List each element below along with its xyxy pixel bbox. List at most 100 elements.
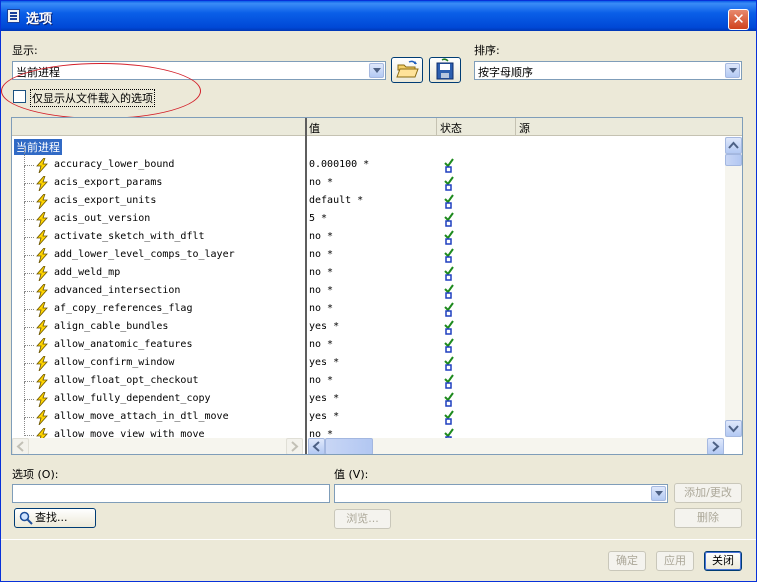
chevron-up-icon xyxy=(728,141,739,149)
chevron-down-icon[interactable] xyxy=(369,63,384,78)
tree-connector xyxy=(24,220,25,238)
scroll-left-button[interactable] xyxy=(308,438,325,454)
option-value: yes * xyxy=(309,411,340,422)
close-button[interactable]: 关闭 xyxy=(704,551,742,571)
tree-connector xyxy=(24,381,34,382)
title-bar[interactable]: 选项 ✕ xyxy=(1,1,756,31)
find-button-label: 查找... xyxy=(35,511,68,524)
chevron-down-icon[interactable] xyxy=(651,486,666,501)
option-input[interactable] xyxy=(12,484,330,503)
option-value: no * xyxy=(309,339,334,350)
apply-button[interactable]: 应用 xyxy=(656,551,694,571)
status-check-icon xyxy=(444,212,454,227)
lightning-bolt-icon xyxy=(36,230,48,245)
save-disk-icon xyxy=(436,58,454,80)
chevron-down-icon[interactable] xyxy=(725,63,740,78)
chevron-right-icon xyxy=(291,441,299,452)
header-value[interactable]: 值 xyxy=(309,120,320,136)
tree-connector xyxy=(24,418,25,436)
table-row[interactable]: activate_sketch_with_dflt no * xyxy=(12,220,742,247)
table-row[interactable]: af_copy_references_flag no * xyxy=(12,292,742,319)
options-tree-table: 值 状态 源 当前进程 accuracy_lower_bound 0.000100… xyxy=(11,117,743,455)
lightning-bolt-icon xyxy=(36,248,48,263)
tree-connector xyxy=(24,328,25,346)
scroll-down-button[interactable] xyxy=(725,420,742,437)
vertical-scroll-thumb[interactable] xyxy=(725,154,742,166)
sort-selected-value: 按字母顺序 xyxy=(478,66,533,79)
tree-connector xyxy=(24,202,25,220)
column-splitter[interactable] xyxy=(305,118,307,454)
bottom-divider xyxy=(1,539,756,540)
scroll-left-button[interactable] xyxy=(12,438,29,454)
table-row[interactable]: advanced_intersection no * xyxy=(12,274,742,301)
table-row[interactable]: allow_fully_dependent_copy yes * xyxy=(12,382,742,409)
scroll-up-button[interactable] xyxy=(725,137,742,154)
horizontal-scroll-thumb[interactable] xyxy=(325,438,373,454)
status-check-icon xyxy=(444,284,454,299)
table-row[interactable]: acis_export_params no * xyxy=(12,166,742,193)
ok-button[interactable]: 确定 xyxy=(608,551,646,571)
tree-connector xyxy=(24,435,34,436)
tree-connector xyxy=(24,364,25,382)
add-change-button[interactable]: 添加/更改 xyxy=(674,483,742,503)
lightning-bolt-icon xyxy=(36,356,48,371)
table-row[interactable]: acis_export_units default * xyxy=(12,184,742,211)
tree-connector xyxy=(24,417,34,418)
chevron-down-icon xyxy=(728,425,739,433)
status-check-icon xyxy=(444,392,454,407)
option-value: no * xyxy=(309,231,334,242)
option-name: accuracy_lower_bound xyxy=(54,159,175,170)
status-check-icon xyxy=(444,176,454,191)
header-source[interactable]: 源 xyxy=(519,120,530,136)
option-value: no * xyxy=(309,267,334,278)
open-config-button[interactable] xyxy=(391,57,423,83)
status-check-icon xyxy=(444,158,454,173)
option-name: add_lower_level_comps_to_layer xyxy=(54,249,235,260)
sort-select[interactable]: 按字母顺序 xyxy=(474,61,742,80)
value-select[interactable] xyxy=(334,484,668,503)
tree-connector xyxy=(24,346,25,364)
header-status[interactable]: 状态 xyxy=(440,120,462,136)
table-row[interactable]: allow_confirm_window yes * xyxy=(12,346,742,373)
lightning-bolt-icon xyxy=(36,410,48,425)
tree-connector xyxy=(24,184,25,202)
option-name: align_cable_bundles xyxy=(54,321,169,332)
option-value: yes * xyxy=(309,393,340,404)
tree-connector xyxy=(24,382,25,400)
option-name: allow_anatomic_features xyxy=(54,339,193,350)
option-name: allow_confirm_window xyxy=(54,357,175,368)
table-row[interactable]: add_weld_mp no * xyxy=(12,256,742,283)
find-button[interactable]: 查找... xyxy=(14,508,96,528)
tree-connector xyxy=(24,399,34,400)
scroll-right-button[interactable] xyxy=(707,438,724,454)
browse-button[interactable]: 浏览... xyxy=(334,509,391,529)
table-row[interactable]: add_lower_level_comps_to_layer no * xyxy=(12,238,742,265)
table-row[interactable]: allow_move_attach_in_dtl_move yes * xyxy=(12,400,742,427)
search-icon xyxy=(19,511,33,525)
tree-root-node[interactable]: 当前进程 xyxy=(14,139,62,155)
tree-connector xyxy=(24,292,25,310)
dialog-title: 选项 xyxy=(26,12,53,27)
table-row[interactable]: accuracy_lower_bound 0.000100 * xyxy=(12,148,742,175)
save-config-button[interactable] xyxy=(429,57,461,83)
status-check-icon xyxy=(444,374,454,389)
option-field-label: 选项 (O): xyxy=(12,468,59,481)
tree-connector xyxy=(24,201,34,202)
table-row[interactable]: allow_float_opt_checkout no * xyxy=(12,364,742,391)
delete-button[interactable]: 删除 xyxy=(674,508,742,528)
tree-connector xyxy=(24,327,34,328)
table-row[interactable]: acis_out_version 5 * xyxy=(12,202,742,229)
vertical-scrollbar[interactable] xyxy=(725,137,742,437)
lightning-bolt-icon xyxy=(36,284,48,299)
status-check-icon xyxy=(444,410,454,425)
option-name: advanced_intersection xyxy=(54,285,181,296)
right-horizontal-scrollbar[interactable] xyxy=(308,438,724,454)
status-check-icon xyxy=(444,230,454,245)
table-row[interactable]: allow_anatomic_features no * xyxy=(12,328,742,355)
tree-connector xyxy=(24,309,34,310)
tree-connector xyxy=(24,345,34,346)
table-row[interactable]: align_cable_bundles yes * xyxy=(12,310,742,337)
left-horizontal-scrollbar[interactable] xyxy=(12,438,303,454)
scroll-right-button[interactable] xyxy=(286,438,303,454)
window-close-button[interactable]: ✕ xyxy=(728,9,749,30)
